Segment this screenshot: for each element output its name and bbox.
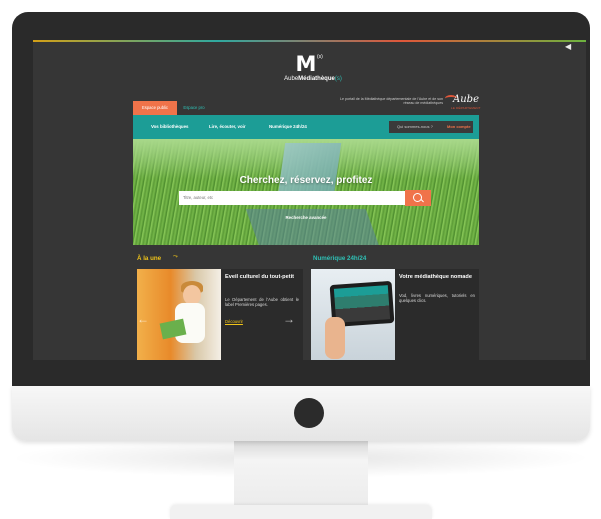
card-mediatheque-nomade[interactable]: Votre médiathèque nomade Vod, livres num… [395,269,479,360]
nav-item-numerique[interactable]: Numérique 24h/24 [269,115,307,139]
speaker-icon[interactable]: ◀ [565,43,574,51]
nav-utility-box: Qui sommes-nous ? Mon compte [389,121,473,133]
site-logo-sup: (s) [317,54,323,60]
about-link[interactable]: Qui sommes-nous ? [397,121,433,133]
monitor-stand-neck [234,440,368,506]
main-navbar: Vos bibliothèques Lire, écouter, voir Nu… [133,115,479,139]
logo-name-suffix: (s) [334,76,342,82]
aube-logo-sub: LE DÉPARTEMENT [451,106,481,110]
child-face [183,285,201,305]
tab-espace-public[interactable]: Espace public [133,101,177,115]
monitor-stand-base [170,505,432,519]
section-title-a-la-une: À la une [137,255,162,262]
hero-banner: Cherchez, réservez, profitez Recherche a… [133,139,479,245]
portal-tagline: Le portail de la Médiathèque département… [340,97,443,106]
hero-title: Cherchez, réservez, profitez [239,175,373,186]
logo-name-prefix: Aube [284,76,299,82]
account-link[interactable]: Mon compte [447,121,471,133]
monitor-logo-dot [294,398,324,428]
card-heading: Eveil culturel du tout-petit [225,274,294,280]
carousel-prev-icon[interactable]: ← [137,312,149,326]
rss-icon[interactable]: ⤳ [173,254,178,261]
website-screen: ◀ M (s) AubeMédiathèque(s) Le portail de… [33,40,586,360]
search-icon-handle [420,198,424,203]
section-title-numerique[interactable]: Numérique 24h/24 [313,255,366,262]
hand-shape [325,317,345,359]
card-image-tablet[interactable] [311,269,395,360]
card-discover-link[interactable]: Découvrir [225,319,243,324]
site-logo-name[interactable]: AubeMédiathèque(s) [263,76,363,82]
logo-name-main: Médiathèque [298,76,335,82]
card-heading: Votre médiathèque nomade [399,274,472,280]
card-text: Vod, livres numériques, tutoriels en que… [399,293,475,304]
aube-department-logo[interactable]: Aube LE DÉPARTEMENT [445,94,481,110]
carousel-next-icon[interactable]: → [283,312,295,326]
nav-item-bibliotheques[interactable]: Vos bibliothèques [151,115,189,139]
aube-logo-word: Aube [453,94,479,105]
search-input[interactable] [179,191,405,205]
card-image-child-reading[interactable] [137,269,221,360]
tablet-screen [333,285,391,323]
search-button[interactable] [405,190,431,206]
advanced-search-link[interactable]: Recherche avancée [133,215,479,220]
tab-espace-pro[interactable]: Espace pro [179,101,209,115]
color-topline [33,40,586,42]
nav-item-lire-ecouter-voir[interactable]: Lire, écouter, voir [209,115,246,139]
site-logo-mark[interactable]: M [295,54,317,75]
card-text: Le Département de l'Aube obtient le labe… [225,297,299,308]
